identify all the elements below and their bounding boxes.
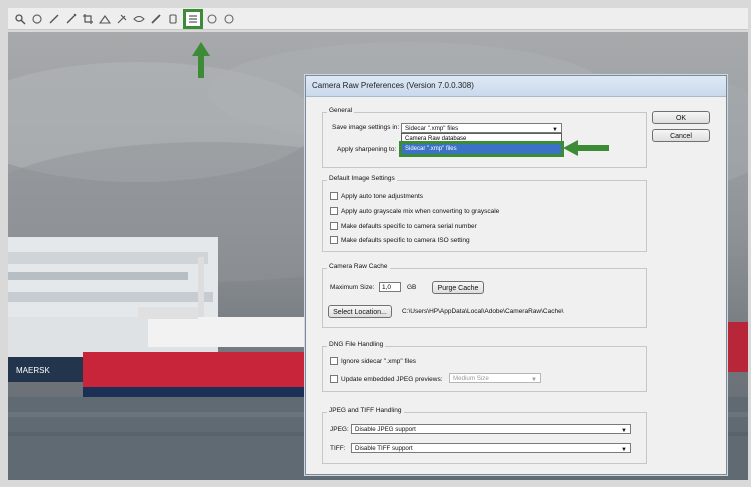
zoom-icon[interactable] xyxy=(12,11,28,27)
serial-number-label: Make defaults specific to camera serial … xyxy=(341,222,477,230)
jpeg-label: JPEG: xyxy=(330,426,349,433)
tiff-select[interactable]: Disable TIFF support ▼ xyxy=(351,443,631,453)
sharpen-label: Apply sharpening to: xyxy=(337,146,397,153)
auto-tone-option[interactable]: Apply auto tone adjustments xyxy=(330,192,423,200)
jpeg-tiff-group: JPEG and TIFF Handling xyxy=(322,407,647,464)
select-location-button[interactable]: Select Location... xyxy=(328,305,392,318)
rotate-left-icon[interactable] xyxy=(204,11,220,27)
dng-title: DNG File Handling xyxy=(327,341,386,348)
crop-icon[interactable] xyxy=(80,11,96,27)
ignore-sidecar-label: Ignore sidecar ".xmp" files xyxy=(341,357,417,365)
size-unit-label: GB xyxy=(407,284,417,291)
chevron-down-icon: ▼ xyxy=(531,377,537,383)
save-settings-select[interactable]: Sidecar ".xmp" files ▼ xyxy=(401,123,562,133)
dropdown-option-sidecar[interactable]: Sidecar ".xmp" files xyxy=(399,141,564,157)
raw-cache-title: Camera Raw Cache xyxy=(327,263,390,270)
cache-path: C:\Users\HP\AppData\Local\Adobe\CameraRa… xyxy=(402,308,564,315)
preview-size-select[interactable]: Medium Size ▼ xyxy=(449,373,541,383)
auto-grayscale-option[interactable]: Apply auto grayscale mix when converting… xyxy=(330,207,499,215)
preview-size-value: Medium Size xyxy=(453,375,489,382)
save-settings-label: Save image settings in: xyxy=(332,124,400,131)
ship-name-text: MAERSK xyxy=(16,366,50,375)
chevron-down-icon: ▼ xyxy=(621,428,627,434)
tiff-value: Disable TIFF support xyxy=(355,445,413,452)
hand-icon[interactable] xyxy=(29,11,45,27)
save-settings-dropdown[interactable]: Camera Raw database Sidecar ".xmp" files xyxy=(399,133,564,157)
brush-icon[interactable] xyxy=(148,11,164,27)
max-size-label: Maximum Size: xyxy=(330,284,375,291)
color-sampler-icon[interactable] xyxy=(63,11,79,27)
auto-grayscale-label: Apply auto grayscale mix when converting… xyxy=(341,207,500,215)
auto-tone-label: Apply auto tone adjustments xyxy=(341,192,424,200)
rotate-right-icon[interactable] xyxy=(221,11,237,27)
arrow-up-icon xyxy=(192,42,210,78)
tool-bar xyxy=(8,8,748,30)
max-size-input[interactable]: 1,0 xyxy=(379,282,401,292)
chevron-down-icon: ▼ xyxy=(621,447,627,453)
auto-grayscale-checkbox[interactable] xyxy=(330,207,338,215)
window-frame: MAERSK Camera Raw Preferences (Version 7… xyxy=(0,0,751,487)
save-settings-value: Sidecar ".xmp" files xyxy=(405,125,459,132)
preferences-icon[interactable] xyxy=(183,8,203,29)
tiff-label: TIFF: xyxy=(330,445,346,452)
jpeg-select[interactable]: Disable JPEG support ▼ xyxy=(351,424,631,434)
cancel-button[interactable]: Cancel xyxy=(652,129,710,142)
preferences-dialog: Camera Raw Preferences (Version 7.0.0.30… xyxy=(305,75,727,475)
ignore-sidecar-checkbox[interactable] xyxy=(330,357,338,365)
raw-cache-group: Camera Raw Cache xyxy=(322,263,647,328)
default-settings-title: Default Image Settings xyxy=(327,175,397,182)
general-title: General xyxy=(327,107,355,114)
iso-setting-checkbox[interactable] xyxy=(330,236,338,244)
auto-tone-checkbox[interactable] xyxy=(330,192,338,200)
spot-removal-icon[interactable] xyxy=(114,11,130,27)
ignore-sidecar-option[interactable]: Ignore sidecar ".xmp" files xyxy=(330,357,416,365)
dng-group: DNG File Handling xyxy=(322,341,647,392)
purge-cache-button[interactable]: Purge Cache xyxy=(432,281,484,294)
iso-setting-label: Make defaults specific to camera ISO set… xyxy=(341,236,470,244)
dropdown-option-database[interactable]: Camera Raw database xyxy=(402,134,561,144)
dialog-title: Camera Raw Preferences (Version 7.0.0.30… xyxy=(306,76,726,97)
update-previews-checkbox[interactable] xyxy=(330,375,338,383)
straighten-icon[interactable] xyxy=(97,11,113,27)
ok-button[interactable]: OK xyxy=(652,111,710,124)
arrow-left-icon xyxy=(563,140,609,156)
white-balance-icon[interactable] xyxy=(46,11,62,27)
jpeg-tiff-title: JPEG and TIFF Handling xyxy=(327,407,404,414)
red-eye-icon[interactable] xyxy=(131,11,147,27)
serial-number-option[interactable]: Make defaults specific to camera serial … xyxy=(330,222,477,230)
jpeg-value: Disable JPEG support xyxy=(355,426,416,433)
serial-number-checkbox[interactable] xyxy=(330,222,338,230)
iso-setting-option[interactable]: Make defaults specific to camera ISO set… xyxy=(330,236,470,244)
graduated-filter-icon[interactable] xyxy=(165,11,181,27)
update-previews-label: Update embedded JPEG previews: xyxy=(341,375,443,383)
update-previews-option[interactable]: Update embedded JPEG previews: xyxy=(330,375,443,383)
